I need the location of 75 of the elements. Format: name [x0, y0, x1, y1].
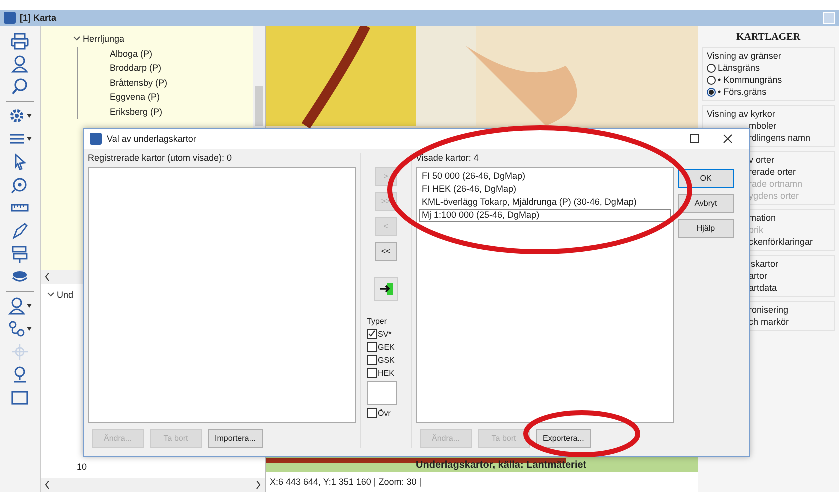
- layer-option[interactable]: mation: [749, 213, 830, 223]
- checkbox-label: HEK: [378, 368, 394, 378]
- layer-option[interactable]: artor: [749, 271, 830, 281]
- radio-button[interactable]: [707, 76, 716, 84]
- tree-item[interactable]: Eggvena (P): [110, 92, 160, 102]
- list-item[interactable]: Mj 1:100 000 (25-46, DgMap): [419, 209, 671, 222]
- radio-button[interactable]: [707, 88, 716, 96]
- tree-item[interactable]: Eriksberg (P): [110, 106, 163, 117]
- checkbox[interactable]: [367, 329, 377, 339]
- printer-icon[interactable]: [11, 32, 29, 50]
- search-icon[interactable]: [11, 78, 29, 96]
- types-label: Typer: [367, 317, 388, 326]
- chevron-left-icon[interactable]: [45, 273, 50, 281]
- radio-label: • Förs.gräns: [718, 87, 767, 97]
- window-title: [1] Karta: [20, 13, 57, 23]
- group-heading: Visning av kyrkor: [707, 109, 776, 119]
- pen-icon[interactable]: [11, 222, 29, 240]
- layer-option[interactable]: mboler: [707, 121, 830, 131]
- tree-item[interactable]: Bråttensby (P): [110, 78, 168, 88]
- pin-icon[interactable]: [11, 366, 29, 384]
- group-heading: Visning av gränser: [707, 51, 782, 61]
- list-label: Visade kartor: 4: [416, 153, 480, 165]
- checkbox-label: GEK: [378, 342, 395, 352]
- tree-item[interactable]: 10: [77, 462, 88, 472]
- tree-item[interactable]: Und: [57, 290, 74, 300]
- checkbox-label: Övr: [378, 408, 391, 418]
- dialog-title: Val av underlagskartor: [107, 134, 196, 144]
- expand-icon[interactable]: [73, 36, 81, 42]
- checkbox-label: SV*: [378, 330, 392, 338]
- close-icon[interactable]: [723, 134, 733, 144]
- signpost-icon[interactable]: [11, 245, 29, 263]
- list-item[interactable]: FI HEK (26-46, DgMap): [419, 183, 671, 196]
- dialog-button[interactable]: Importera...: [208, 429, 263, 448]
- person-icon[interactable]: [11, 55, 29, 73]
- panel-title: KARTLAGER: [735, 32, 802, 43]
- checkbox[interactable]: [367, 408, 377, 418]
- arrow-icon: [379, 283, 393, 295]
- dialog-button[interactable]: OK: [678, 169, 734, 188]
- gear-icon[interactable]: [8, 107, 32, 125]
- dialog-button[interactable]: Avbryt: [678, 194, 734, 213]
- status-text: X:6 443 644, Y:1 351 160 | Zoom: 30 |: [269, 476, 423, 489]
- dialog-button[interactable]: Hjälp: [678, 219, 734, 238]
- layer-option[interactable]: ckenförklaringar: [749, 237, 830, 247]
- list-item[interactable]: FI 50 000 (26-46, DgMap): [419, 170, 671, 183]
- dialog-button[interactable]: Exportera...: [536, 429, 592, 448]
- map-caption: Underlagskartor, källa: Lantmäteriet: [416, 460, 587, 471]
- zoom-icon[interactable]: [11, 176, 29, 194]
- expand-icon[interactable]: [47, 292, 55, 298]
- checkbox[interactable]: [367, 355, 377, 365]
- app-icon: [90, 133, 102, 145]
- chevron-left-icon[interactable]: [45, 481, 50, 489]
- radio-label: • Kommungräns: [718, 75, 782, 85]
- layer-option[interactable]: rerade orter: [749, 167, 830, 177]
- tree-item[interactable]: Broddarp (P): [110, 63, 162, 74]
- rectangle-icon[interactable]: [11, 389, 29, 407]
- layer-option[interactable]: ronisering: [749, 305, 830, 315]
- checkbox[interactable]: [367, 368, 377, 378]
- tree-item[interactable]: Herrljunga: [83, 34, 125, 44]
- add-button[interactable]: [374, 277, 398, 301]
- tree-item[interactable]: Alboga (P): [110, 48, 153, 59]
- checkbox-label: GSK: [378, 356, 395, 364]
- input-field[interactable]: [367, 381, 397, 405]
- radio-button[interactable]: [707, 64, 716, 72]
- list-label: Registrerade kartor (utom visade): 0: [88, 153, 234, 165]
- route-icon[interactable]: [8, 320, 32, 338]
- checkbox[interactable]: [367, 342, 377, 352]
- list-item[interactable]: KML-överlägg Tokarp, Mjäldrunga (P) (30-46, DgMap): [419, 196, 671, 209]
- person-icon[interactable]: [8, 297, 32, 315]
- maximize-icon[interactable]: [690, 134, 700, 144]
- scrollbar[interactable]: [41, 478, 265, 492]
- move-button[interactable]: <<: [375, 242, 397, 261]
- layer-option[interactable]: artdata: [749, 283, 830, 293]
- chevron-right-icon[interactable]: [256, 481, 261, 489]
- app-icon: [4, 12, 16, 24]
- radio-label: Länsgräns: [718, 63, 760, 73]
